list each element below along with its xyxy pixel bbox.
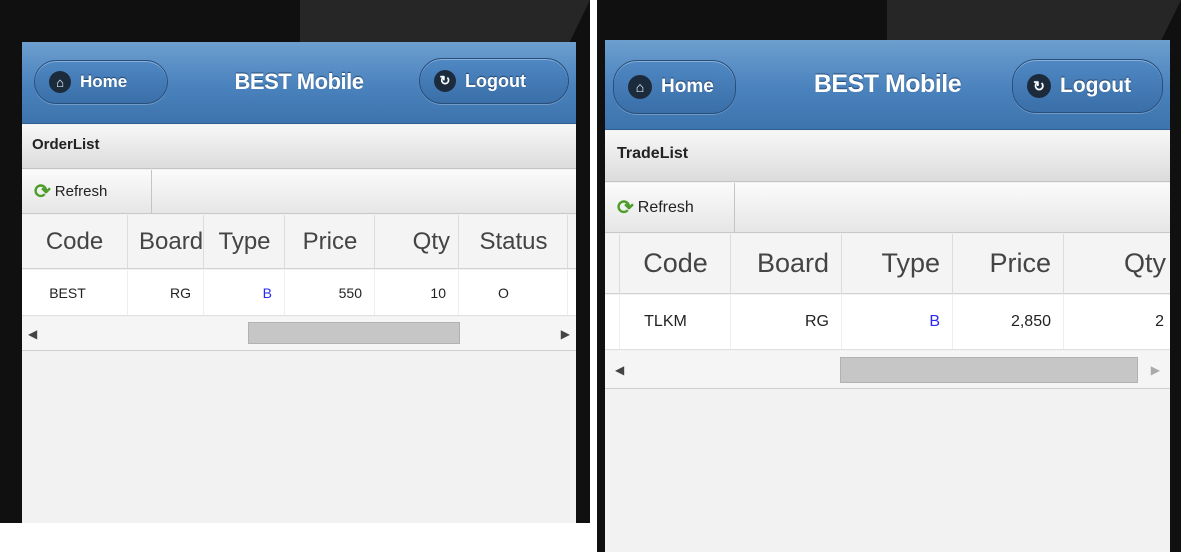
cell-price: 2,850 [954, 295, 1064, 349]
scroll-left-arrow-icon[interactable]: ◀ [615, 351, 624, 388]
refresh-icon: ⟳ [617, 196, 634, 219]
column-header-code[interactable]: Code [621, 234, 731, 293]
refresh-button-label: Refresh [637, 198, 694, 216]
scroll-thumb[interactable] [840, 357, 1138, 383]
table-row[interactable]: BEST RG B 550 10 O [22, 270, 576, 316]
column-header-status[interactable]: Status [460, 215, 568, 268]
table-row[interactable]: TLKM RG B 2,850 2 [605, 295, 1170, 350]
logout-button-label: Logout [465, 70, 526, 91]
logout-button[interactable]: ↻ Logout [419, 58, 569, 104]
column-header-partial [605, 234, 620, 293]
column-header-code[interactable]: Code [22, 215, 128, 268]
logout-icon: ↻ [1027, 74, 1051, 98]
cell-partial [605, 295, 620, 349]
list-title: TradeList [605, 131, 1170, 182]
column-header-qty[interactable]: Qty [1065, 234, 1170, 293]
column-header-type[interactable]: Type [205, 215, 285, 268]
refresh-button-label: Refresh [54, 183, 108, 200]
cell-board: RG [732, 295, 842, 349]
toolbar: ⟳ Refresh [605, 183, 1170, 233]
logout-button-label: Logout [1060, 74, 1132, 97]
logout-icon: ↻ [434, 70, 456, 92]
column-header-qty[interactable]: Qty [376, 215, 459, 268]
refresh-icon: ⟳ [34, 180, 51, 203]
column-header-board[interactable]: Board [732, 234, 842, 293]
column-header-board[interactable]: Board [129, 215, 204, 268]
order-list-screenshot: ⌂ Home BEST Mobile ↻ Logout OrderList ⟳ … [0, 0, 590, 523]
column-header-price[interactable]: Price [954, 234, 1064, 293]
scroll-thumb[interactable] [248, 322, 460, 344]
app-screen: ⌂ Home BEST Mobile ↻ Logout TradeList ⟳ … [605, 40, 1170, 552]
grid-header: Code Board Type Price Qty Status [22, 215, 576, 269]
toolbar: ⟳ Refresh [22, 170, 576, 214]
trade-list-screenshot: ⌂ Home BEST Mobile ↻ Logout TradeList ⟳ … [597, 0, 1181, 552]
scroll-right-arrow-icon[interactable]: ▶ [561, 317, 570, 350]
cell-type: B [205, 270, 285, 315]
refresh-button[interactable]: ⟳ Refresh [605, 183, 735, 232]
cell-code: TLKM [621, 295, 731, 349]
grid-header: Code Board Type Price Qty [605, 234, 1170, 294]
cell-status: O [460, 270, 568, 315]
cell-board: RG [129, 270, 204, 315]
cell-type: B [843, 295, 953, 349]
cell-code: BEST [22, 270, 128, 315]
app-screen: ⌂ Home BEST Mobile ↻ Logout OrderList ⟳ … [22, 42, 576, 523]
column-header-price[interactable]: Price [286, 215, 375, 268]
logout-button[interactable]: ↻ Logout [1012, 59, 1163, 113]
app-header: ⌂ Home BEST Mobile ↻ Logout [22, 42, 576, 124]
column-header-type[interactable]: Type [843, 234, 953, 293]
scroll-left-arrow-icon[interactable]: ◀ [28, 317, 37, 350]
horizontal-scrollbar[interactable]: ◀ ▶ [605, 351, 1170, 389]
cell-qty: 2 [1155, 313, 1164, 330]
refresh-button[interactable]: ⟳ Refresh [22, 170, 152, 213]
scroll-right-arrow-icon[interactable]: ▶ [1151, 351, 1160, 388]
horizontal-scrollbar[interactable]: ◀ ▶ [22, 317, 576, 351]
list-title: OrderList [22, 125, 576, 169]
app-header: ⌂ Home BEST Mobile ↻ Logout [605, 40, 1170, 130]
cell-price: 550 [286, 270, 375, 315]
cell-qty: 10 [376, 270, 459, 315]
